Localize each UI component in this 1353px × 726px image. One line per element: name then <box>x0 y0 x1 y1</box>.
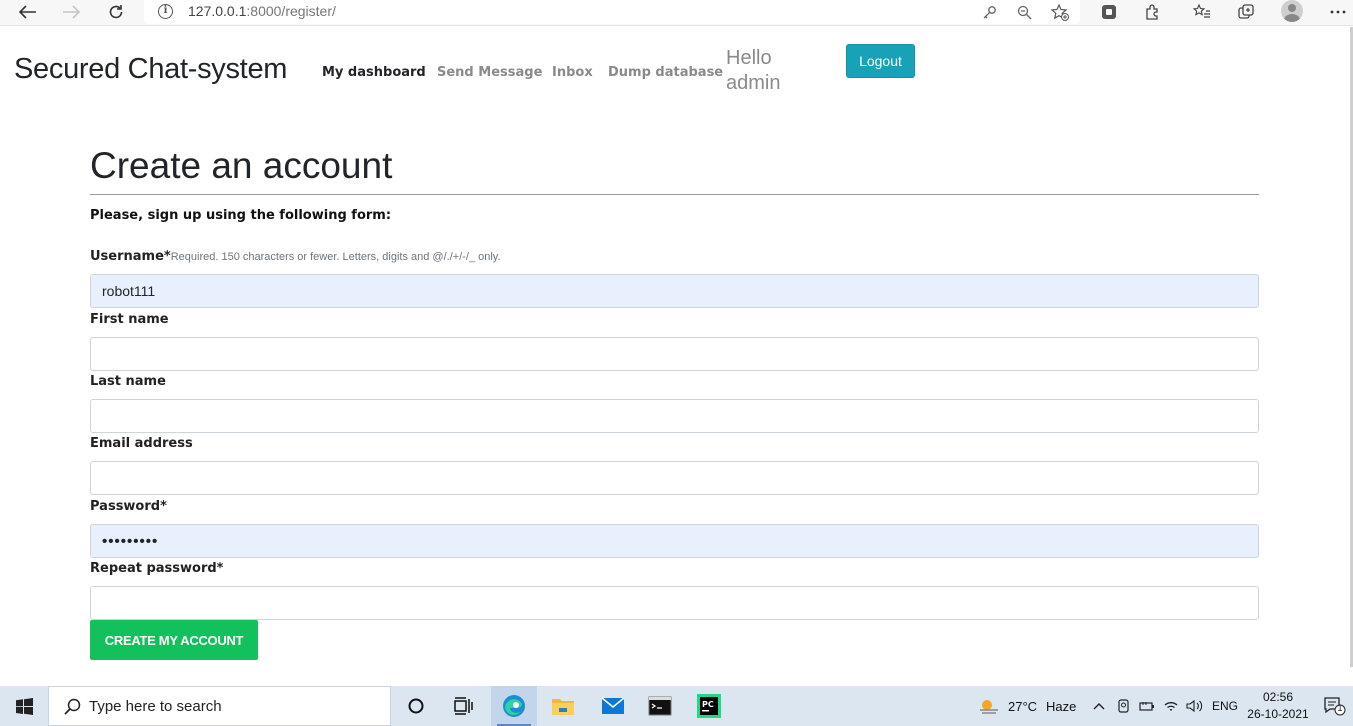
taskbar-mail[interactable] <box>590 686 636 726</box>
brand-title[interactable]: Secured Chat-system <box>14 53 287 86</box>
weather-description[interactable]: Haze <box>1046 699 1076 714</box>
notification-center-button[interactable]: 1 <box>1323 696 1347 716</box>
zoom-out-icon[interactable] <box>1014 2 1034 22</box>
cortana-circle-icon <box>408 698 424 714</box>
first-name-input[interactable] <box>90 337 1259 371</box>
collections-icon[interactable] <box>1234 1 1258 23</box>
url-text[interactable]: 127.0.0.1:8000/register/ <box>188 3 336 19</box>
windows-taskbar: Type here to search PC 27°C Haze ENG 02: <box>0 686 1353 726</box>
forward-button[interactable] <box>56 0 86 24</box>
page-title: Create an account <box>90 145 393 186</box>
windows-logo-icon <box>15 697 33 715</box>
start-button[interactable] <box>0 686 48 726</box>
nav-dump-database[interactable]: Dump database <box>608 65 723 80</box>
favorites-list-icon[interactable] <box>1190 1 1214 23</box>
nav-my-dashboard[interactable]: My dashboard <box>322 65 426 80</box>
last-name-label: Last name <box>90 374 166 389</box>
divider <box>90 194 1259 195</box>
address-bar[interactable]: i 127.0.0.1:8000/register/ <box>144 0 1080 24</box>
arrow-left-icon <box>19 5 36 19</box>
info-icon[interactable]: i <box>158 4 173 19</box>
form-intro: Please, sign up using the following form… <box>90 208 392 223</box>
browser-toolbar: i 127.0.0.1:8000/register/ <box>0 0 1353 26</box>
greeting-text: Hello admin <box>726 47 781 94</box>
username-help-text: Required. 150 characters or fewer. Lette… <box>170 251 501 263</box>
logout-button[interactable]: Logout <box>846 44 915 78</box>
email-input[interactable] <box>90 461 1259 495</box>
email-label: Email address <box>90 436 193 451</box>
taskbar-terminal[interactable] <box>637 686 683 726</box>
notification-badge: 1 <box>1337 703 1343 713</box>
task-view-icon <box>454 697 473 715</box>
wifi-icon[interactable] <box>1163 698 1179 714</box>
weather-icon[interactable] <box>978 698 1000 714</box>
back-button[interactable] <box>13 0 43 24</box>
chevron-up-icon[interactable] <box>1091 698 1107 714</box>
extensions-puzzle-icon[interactable] <box>1141 1 1165 23</box>
clock-time: 02:56 <box>1262 690 1294 704</box>
pycharm-icon: PC <box>697 694 721 718</box>
key-icon[interactable] <box>979 2 999 22</box>
notification-icon <box>1324 697 1346 716</box>
system-clock[interactable]: 02:56 26-10-2021 <box>1246 689 1310 723</box>
more-menu-icon[interactable] <box>1326 1 1350 23</box>
weather-temperature[interactable]: 27°C <box>1008 699 1037 714</box>
folder-icon <box>552 699 574 715</box>
task-view-button[interactable] <box>440 686 486 726</box>
nav-inbox[interactable]: Inbox <box>552 65 593 80</box>
web-page: Secured Chat-system My dashboard Send Me… <box>0 27 1353 686</box>
search-icon <box>64 698 81 715</box>
clock-date: 26-10-2021 <box>1247 707 1309 721</box>
meet-now-icon[interactable] <box>1116 698 1132 714</box>
taskbar-search[interactable]: Type here to search <box>48 686 391 726</box>
username-label: Username*Required. 150 characters or few… <box>90 249 501 264</box>
nav-send-message[interactable]: Send Message <box>437 65 542 80</box>
edge-icon <box>503 695 525 717</box>
username-input[interactable]: robot111 <box>90 274 1259 308</box>
mail-icon <box>601 697 625 714</box>
cortana-button[interactable] <box>393 686 439 726</box>
repeat-password-input[interactable] <box>90 586 1259 620</box>
battery-icon[interactable] <box>1139 698 1155 714</box>
volume-icon[interactable] <box>1186 698 1204 714</box>
taskbar-edge[interactable] <box>491 686 537 726</box>
refresh-button[interactable] <box>101 0 131 24</box>
favorite-add-icon[interactable] <box>1050 2 1070 22</box>
last-name-input[interactable] <box>90 399 1259 433</box>
password-label: Password* <box>90 499 167 514</box>
svg-text:PC: PC <box>702 700 714 709</box>
profile-avatar[interactable] <box>1281 0 1303 22</box>
language-indicator[interactable]: ENG <box>1212 699 1238 713</box>
first-name-label: First name <box>90 312 169 327</box>
terminal-icon <box>648 696 672 716</box>
refresh-icon <box>109 5 123 19</box>
repeat-password-label: Repeat password* <box>90 561 224 576</box>
taskbar-pycharm[interactable]: PC <box>686 686 732 726</box>
password-input[interactable]: ••••••••• <box>90 524 1259 558</box>
create-account-button[interactable]: CREATE MY ACCOUNT <box>90 620 258 660</box>
taskbar-file-explorer[interactable] <box>540 686 586 726</box>
arrow-right-icon <box>63 5 80 19</box>
extension-app-icon[interactable] <box>1097 1 1121 23</box>
search-placeholder: Type here to search <box>89 698 222 715</box>
